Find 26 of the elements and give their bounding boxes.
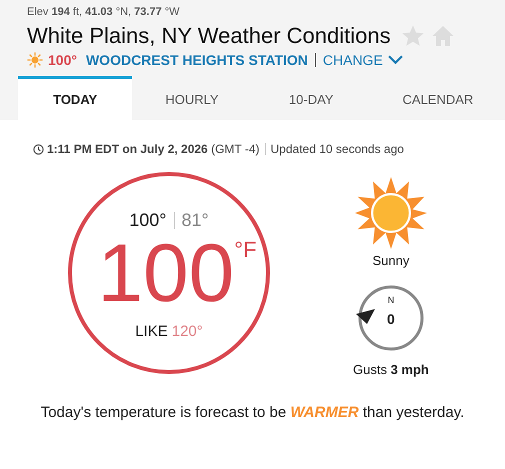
station-name[interactable]: WOODCREST HEIGHTS STATION <box>86 52 308 68</box>
gusts-text: Gusts 3 mph <box>353 362 429 377</box>
chevron-down-icon <box>388 55 403 65</box>
feels-like-label: LIKE <box>135 323 168 340</box>
low-temperature: 81° <box>182 210 209 231</box>
observation-time: 1:11 PM EDT on July 2, 2026 (GMT -4) <box>47 142 260 156</box>
current-temperature: 100 <box>97 231 234 317</box>
sun-icon <box>27 52 43 68</box>
high-temperature: 100° <box>129 210 166 231</box>
change-button[interactable]: CHANGE <box>322 52 403 68</box>
clock-icon <box>33 144 44 154</box>
forecast-summary: Today's temperature is forecast to be WARMER than yesterday. <box>40 404 466 421</box>
condition-text: Sunny <box>372 253 410 268</box>
tab[interactable]: 10-DAY <box>252 76 371 120</box>
sun-icon <box>354 177 427 249</box>
wind-direction: N <box>386 295 396 305</box>
station-temperature: 100° <box>48 52 77 68</box>
page-title: White Plains, NY Weather Conditions <box>27 23 391 49</box>
temperature-unit: °F <box>234 237 257 263</box>
updated-text: Updated 10 seconds ago <box>270 142 404 156</box>
tab[interactable]: CALENDAR <box>370 76 505 120</box>
wind-speed: 0 <box>386 311 396 327</box>
feels-like-value: 120° <box>172 323 203 340</box>
elevation-text: Elev 194 ft, 41.03 °N, 73.77 °W <box>27 6 181 18</box>
tab[interactable]: TODAY <box>18 76 132 120</box>
tab[interactable]: HOURLY <box>132 76 252 120</box>
